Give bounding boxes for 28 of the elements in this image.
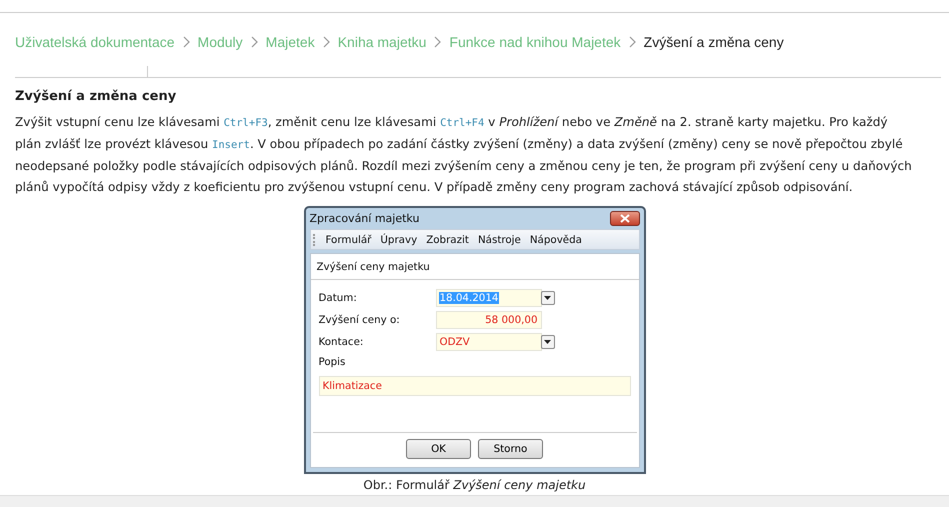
menu-item[interactable]: Nápověda bbox=[530, 234, 582, 246]
form-title: Zvýšení ceny majetku bbox=[310, 254, 638, 280]
chevron-icon bbox=[628, 36, 637, 48]
close-icon bbox=[620, 214, 630, 223]
menu-item[interactable]: Nástroje bbox=[478, 234, 521, 246]
field-label: Zvýšení ceny o: bbox=[318, 314, 401, 326]
figure-caption: Obr.: Formulář Zvýšení ceny majetku bbox=[363, 478, 586, 492]
dialog-button[interactable]: Storno bbox=[478, 439, 543, 459]
chevron-icon bbox=[322, 36, 331, 48]
current-page-label: Zvýšení a změna ceny bbox=[644, 34, 784, 50]
menu-item[interactable]: Zobrazit bbox=[426, 234, 469, 246]
menu-item[interactable]: Úpravy bbox=[380, 234, 418, 246]
dropdown-icon[interactable] bbox=[540, 291, 554, 305]
field-label: Popis bbox=[318, 356, 346, 370]
paragraph: Zvýšit vstupní cenu lze klávesami Ctrl+F3, změnit cenu lze klávesami Ctrl+F4 v Prohlížení nebo ve Změně na 2. straně karty majetku. Pro každý plán zvlášť lze provézt klávesou Insert. V obou případech po zadání částky zvýšení (změny) a data zvýšení (změny) ceny se nově přepočtou zbylé neodepsané položky podle stávajících odpisových plánů. Rozdíl mezi zvýšením ceny a změnou ceny je ten, že program při zvýšení ceny u daňových plánů vypočítá odpisy vždy z koeficientu pro zvýšenou vstupní cenu. V případě změny ceny program zachová stávající způsob odpisování. bbox=[15, 114, 913, 196]
dialog-button[interactable]: OK bbox=[406, 439, 471, 459]
menu-item[interactable]: Formulář bbox=[326, 234, 372, 246]
window-title: Zpracování majetku bbox=[310, 212, 420, 225]
field-label: Datum: bbox=[318, 292, 358, 304]
input-field[interactable]: Klimatizace bbox=[318, 376, 630, 396]
section-heading: Zvýšení a změna ceny bbox=[15, 89, 178, 104]
field-label: Kontace: bbox=[318, 336, 364, 348]
chevron-icon bbox=[250, 36, 259, 48]
chevron-icon bbox=[434, 36, 442, 48]
chevron-icon bbox=[182, 36, 191, 48]
close-button[interactable] bbox=[610, 211, 640, 226]
dropdown-icon[interactable] bbox=[540, 335, 554, 349]
input-field[interactable]: 58 000,00 bbox=[436, 311, 542, 329]
